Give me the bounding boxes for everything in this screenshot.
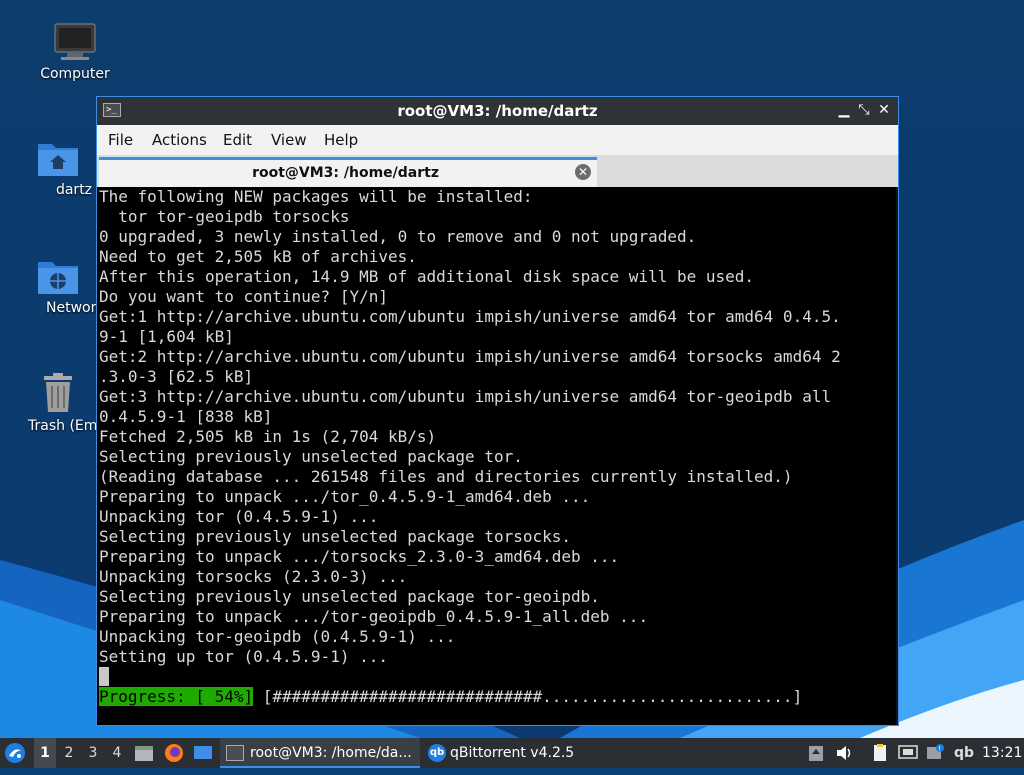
tray-notes[interactable] [872, 738, 892, 768]
svg-text:!: ! [938, 745, 941, 753]
file-manager-launcher[interactable] [134, 738, 156, 768]
firefox-launcher[interactable] [164, 738, 186, 768]
desktop-icon-label: dartz [55, 182, 93, 198]
window-titlebar[interactable]: >_ root@VM3: /home/dartz ▁ ⤡ ✕ [97, 97, 898, 125]
desktop-icon-home[interactable]: dartz [20, 138, 96, 198]
tray-volume[interactable] [835, 738, 855, 768]
workspace-2[interactable]: 2 [58, 738, 80, 768]
terminal-line: Preparing to unpack .../torsocks_2.3.0-3… [99, 547, 620, 566]
terminal-line: Selecting previously unselected package … [99, 527, 572, 546]
tray-network[interactable] [898, 738, 920, 768]
terminal-line: 0 upgraded, 3 newly installed, 0 to remo… [99, 227, 697, 246]
computer-icon [54, 23, 96, 60]
terminal-line: Setting up tor (0.4.5.9-1) ... [99, 647, 388, 666]
terminal-line: Need to get 2,505 kB of archives. [99, 247, 417, 266]
terminal-line: Unpacking tor (0.4.5.9-1) ... [99, 507, 379, 526]
menu-file[interactable]: File [108, 131, 133, 149]
terminal-line: 9-1 [1,604 kB] [99, 327, 234, 346]
window-title: root@VM3: /home/dartz [397, 102, 598, 120]
network-icon [898, 745, 918, 759]
taskbar-item-qbittorrent[interactable]: qb qBittorrent v4.2.5 [422, 738, 614, 768]
terminal-line: 0.4.5.9-1 [838 kB] [99, 407, 273, 426]
terminal-output[interactable]: The following NEW packages will be insta… [97, 187, 896, 725]
terminal-line: Fetched 2,505 kB in 1s (2,704 kB/s) [99, 427, 437, 446]
terminal-line: Get:3 http://archive.ubuntu.com/ubuntu i… [99, 387, 832, 406]
home-folder-icon [38, 144, 78, 176]
workspace-4[interactable]: 4 [106, 738, 128, 768]
terminal-line: Preparing to unpack .../tor_0.4.5.9-1_am… [99, 487, 591, 506]
update-notification-icon: ! [927, 744, 944, 759]
terminal-line: After this operation, 14.9 MB of additio… [99, 267, 755, 286]
taskbar: 1 2 3 4 root@VM3: /home/da... qb qBittorr… [0, 738, 1024, 768]
terminal-line: Selecting previously unselected package … [99, 447, 523, 466]
tray-clipboard[interactable] [808, 738, 826, 768]
start-menu-button[interactable] [4, 738, 30, 768]
menu-actions[interactable]: Actions [152, 131, 207, 149]
minimize-button[interactable]: ▁ [835, 101, 853, 119]
notes-icon [874, 744, 886, 761]
firefox-icon [165, 744, 183, 762]
taskbar-item-terminal[interactable]: root@VM3: /home/da... [220, 738, 420, 768]
desktop-icon [194, 746, 212, 759]
tray-updates[interactable]: ! [926, 738, 946, 768]
progress-label: Progress: [ 54%] [99, 687, 254, 706]
menu-help[interactable]: Help [324, 131, 358, 149]
tray-qbittorrent[interactable]: qb [954, 738, 976, 768]
file-manager-icon [135, 746, 153, 761]
menu-bar: File Actions Edit View Help [97, 125, 898, 155]
progress-bar: [############################...........… [253, 687, 803, 706]
clock[interactable]: 13:21 [982, 738, 1022, 768]
show-desktop-launcher[interactable] [193, 738, 215, 768]
terminal-icon [226, 745, 244, 761]
menu-view[interactable]: View [271, 131, 307, 149]
menu-edit[interactable]: Edit [223, 131, 252, 149]
terminal-line: (Reading database ... 261548 files and d… [99, 467, 793, 486]
desktop-icon-computer[interactable]: Computer [20, 22, 130, 82]
terminal-cursor [99, 667, 109, 686]
terminal-line: Do you want to continue? [Y/n] [99, 287, 388, 306]
tab-bar: root@VM3: /home/dartz ✕ [97, 155, 898, 187]
terminal-line: Selecting previously unselected package … [99, 587, 600, 606]
tab-close-icon[interactable]: ✕ [575, 164, 591, 180]
lubuntu-logo-icon [5, 743, 25, 763]
taskbar-item-label: qBittorrent v4.2.5 [450, 745, 575, 761]
workspace-3[interactable]: 3 [82, 738, 104, 768]
terminal-line: tor tor-geoipdb torsocks [99, 207, 350, 226]
clipboard-icon [809, 746, 823, 761]
terminal-line: Get:1 http://archive.ubuntu.com/ubuntu i… [99, 307, 841, 326]
desktop-icon-trash[interactable]: Trash (Empty) [20, 372, 96, 434]
taskbar-item-label: root@VM3: /home/da... [250, 745, 412, 761]
tab-title: root@VM3: /home/dartz [252, 165, 439, 181]
network-folder-icon [38, 262, 78, 294]
terminal-line: Preparing to unpack .../tor-geoipdb_0.4.… [99, 607, 649, 626]
terminal-line: Unpacking tor-geoipdb (0.4.5.9-1) ... [99, 627, 456, 646]
maximize-button[interactable]: ⤡ [855, 101, 873, 119]
desktop-icon-network[interactable]: Network [20, 256, 96, 316]
trash-icon [44, 373, 72, 412]
workspace-1[interactable]: 1 [34, 738, 56, 768]
volume-icon [837, 746, 851, 760]
terminal-line: The following NEW packages will be insta… [99, 187, 533, 206]
desktop-icon-label: Network [46, 300, 96, 316]
desktop-icon-label: Trash (Empty) [28, 418, 96, 434]
terminal-line: .3.0-3 [62.5 kB] [99, 367, 254, 386]
qbittorrent-icon: qb [428, 744, 446, 762]
tab-terminal[interactable]: root@VM3: /home/dartz ✕ [99, 157, 597, 187]
terminal-window[interactable]: >_ root@VM3: /home/dartz ▁ ⤡ ✕ File Acti… [96, 96, 899, 726]
cursor-line [99, 667, 896, 687]
terminal-line: Unpacking torsocks (2.3.0-3) ... [99, 567, 408, 586]
close-button[interactable]: ✕ [875, 101, 893, 119]
desktop-icon-label: Computer [40, 66, 110, 82]
progress-line: Progress: [ 54%] [######################… [99, 687, 896, 707]
terminal-line: Get:2 http://archive.ubuntu.com/ubuntu i… [99, 347, 841, 366]
